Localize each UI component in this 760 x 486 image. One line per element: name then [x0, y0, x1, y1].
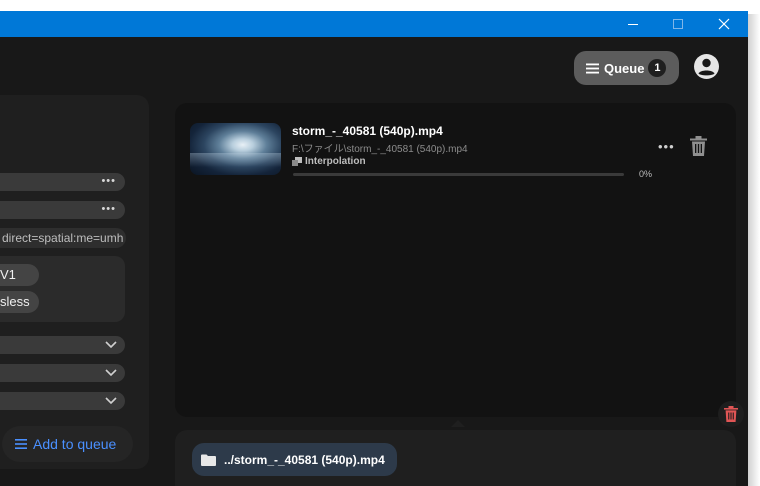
minimize-icon: [628, 24, 638, 25]
chevron-down-icon: [105, 397, 117, 405]
window-shadow: [748, 14, 760, 486]
account-button[interactable]: [693, 53, 720, 80]
trash-icon: [724, 406, 738, 422]
chevron-down-icon: [105, 369, 117, 377]
video-thumbnail: [190, 123, 281, 175]
app-window: Queue 1 ••• ••• direct=spatial:me=umh - …: [0, 11, 748, 486]
queue-item-path: F:\ファイル\storm_-_40581 (540p).mp4: [292, 144, 468, 155]
list-icon: [15, 439, 27, 449]
account-circle-icon: [694, 54, 719, 79]
output-panel: ../storm_-_40581 (540p).mp4: [175, 430, 736, 486]
queue-label: Queue: [604, 60, 645, 76]
queue-item-filename: storm_-_40581 (540p).mp4: [292, 124, 443, 138]
queue-count-badge: 1: [648, 59, 667, 77]
progress-percent: 0%: [639, 169, 653, 179]
codec-tag[interactable]: V1: [0, 264, 39, 286]
folder-icon: [201, 454, 216, 466]
layers-icon: [292, 157, 302, 166]
filter-text: direct=spatial:me=umh -: [2, 231, 126, 245]
minimize-button[interactable]: [610, 11, 656, 37]
app-header: Queue 1: [0, 37, 748, 103]
chevron-down-icon: [105, 341, 117, 349]
select-3[interactable]: [0, 392, 125, 410]
codec-tag-text: V1: [0, 267, 16, 282]
select-1[interactable]: [0, 336, 125, 354]
queue-panel: storm_-_40581 (540p).mp4 F:\ファイル\storm_-…: [175, 103, 744, 427]
option-2-menu-icon[interactable]: •••: [101, 203, 116, 215]
settings-option-2[interactable]: •••: [0, 201, 125, 219]
format-group: V1 sless: [0, 256, 125, 322]
settings-panel: ••• ••• direct=spatial:me=umh - V1 sless: [0, 95, 149, 469]
output-path-button[interactable]: ../storm_-_40581 (540p).mp4: [192, 443, 397, 476]
add-to-queue-button[interactable]: Add to queue: [2, 426, 133, 462]
panel-pointer: [451, 420, 465, 427]
trash-icon: [690, 136, 707, 156]
output-path: ../storm_-_40581 (540p).mp4: [224, 452, 385, 467]
task-label: Interpolation: [305, 156, 366, 167]
add-to-queue-label: Add to queue: [33, 436, 117, 452]
progress-bar: [293, 173, 624, 176]
close-icon: [718, 18, 730, 30]
close-button[interactable]: [701, 11, 747, 37]
quality-tag-text: sless: [0, 294, 30, 309]
select-2[interactable]: [0, 364, 125, 382]
queue-item-task: Interpolation: [292, 156, 366, 167]
queue-button[interactable]: Queue 1: [574, 51, 679, 85]
settings-option-1[interactable]: •••: [0, 173, 125, 191]
clear-queue-button[interactable]: [718, 401, 744, 427]
more-options-icon[interactable]: •••: [658, 139, 675, 154]
maximize-button[interactable]: [655, 11, 701, 37]
delete-item-button[interactable]: [690, 136, 707, 161]
option-1-menu-icon[interactable]: •••: [101, 175, 116, 187]
title-bar: [0, 11, 748, 37]
filter-text-field[interactable]: direct=spatial:me=umh -: [0, 228, 126, 248]
menu-icon: [586, 63, 599, 73]
maximize-icon: [673, 19, 683, 29]
quality-tag[interactable]: sless: [0, 291, 39, 313]
